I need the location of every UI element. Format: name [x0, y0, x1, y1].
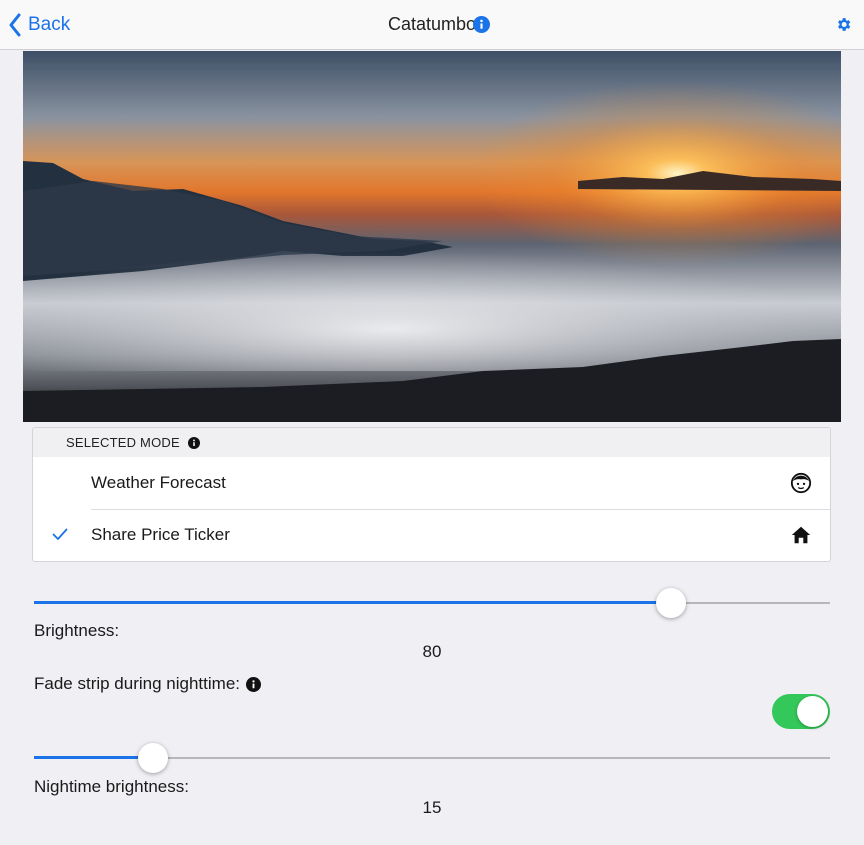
mode-list: SELECTED MODE Weather Forecast Share Pri… [32, 427, 831, 562]
mode-item-label: Share Price Ticker [91, 525, 230, 544]
slider-thumb[interactable] [656, 588, 686, 618]
brightness-label-text: Brightness: [34, 621, 120, 640]
night-brightness-label-text: Nightime brightness: [34, 777, 189, 796]
home-icon [791, 526, 811, 544]
fade-label: Fade strip during nighttime: [34, 674, 261, 694]
brightness-slider[interactable] [34, 588, 830, 618]
night-brightness-slider[interactable] [34, 743, 830, 773]
night-brightness-value: 15 [422, 798, 442, 817]
mode-item-share-price-ticker[interactable]: Share Price Ticker [33, 509, 830, 561]
slider-fill [34, 756, 153, 759]
face-icon [790, 472, 812, 494]
brightness-label: Brightness: [34, 621, 119, 641]
mode-list-header: SELECTED MODE [33, 428, 830, 457]
slider-fill [34, 601, 671, 604]
mode-item-weather-forecast[interactable]: Weather Forecast [33, 457, 830, 509]
fade-label-text: Fade strip during nighttime: [34, 674, 240, 693]
toggle-knob [797, 696, 828, 727]
nav-bar: Back Catatumbo [0, 0, 864, 50]
info-icon[interactable] [187, 436, 200, 449]
fade-toggle[interactable] [772, 694, 830, 729]
hero-image [23, 51, 841, 422]
info-icon[interactable] [246, 676, 261, 692]
slider-thumb[interactable] [138, 743, 168, 773]
page-title: Catatumbo [387, 14, 477, 34]
gear-icon[interactable] [835, 16, 852, 33]
divider [91, 509, 830, 510]
info-icon[interactable] [473, 16, 490, 33]
brightness-value: 80 [422, 642, 442, 661]
mode-item-label: Weather Forecast [91, 473, 226, 492]
checkmark-icon [52, 528, 68, 540]
mode-list-header-label: SELECTED MODE [66, 435, 180, 450]
night-brightness-label: Nightime brightness: [34, 777, 189, 797]
